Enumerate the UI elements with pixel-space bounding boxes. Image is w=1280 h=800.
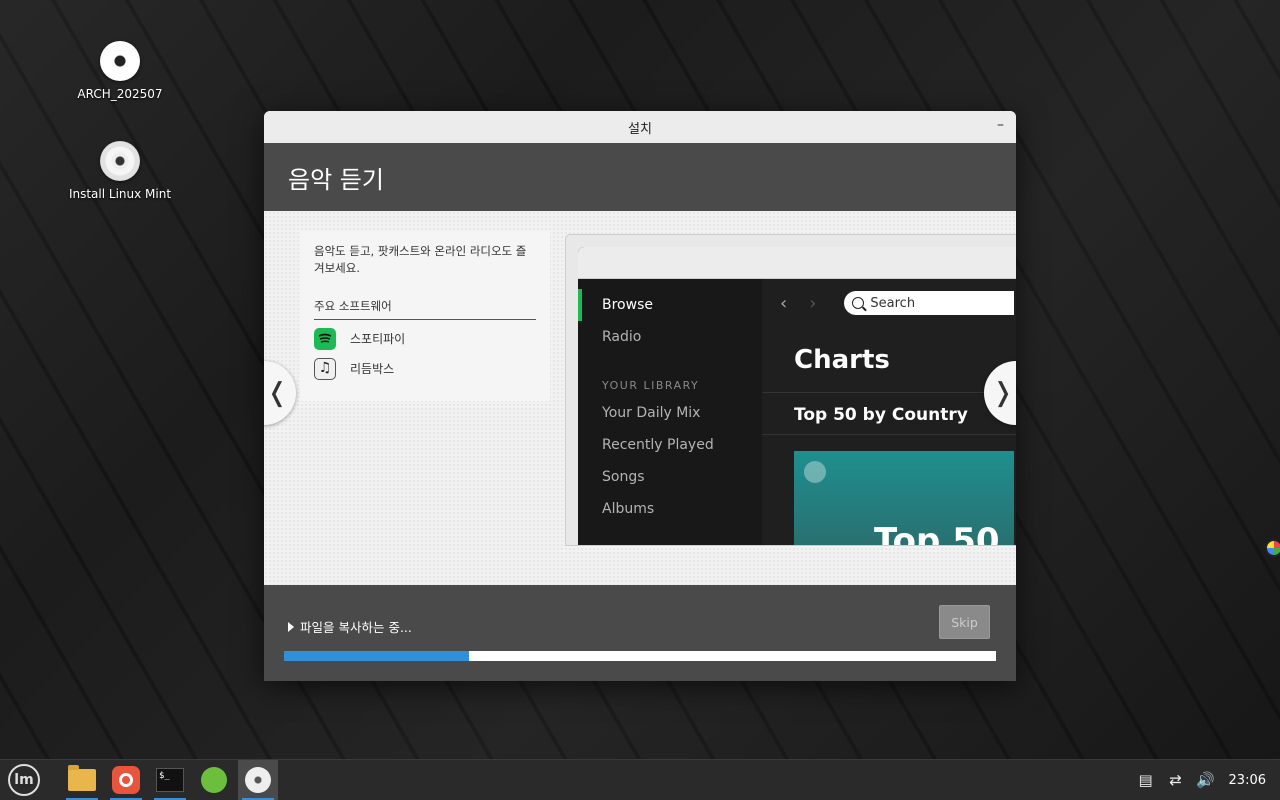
network-icon[interactable]: ⇄ [1161, 771, 1191, 789]
system-tray: ▤ ⇄ 🔊 23:06 [1131, 771, 1280, 789]
clock[interactable]: 23:06 [1229, 773, 1266, 788]
software-name: 리듬박스 [350, 361, 395, 376]
spotify-logo-icon [804, 461, 826, 483]
slide-description-panel: 음악도 듣고, 팟캐스트와 온라인 라디오도 즐겨보세요. 주요 소프트웨어 스… [300, 231, 550, 401]
spotify-screenshot: Browse Radio YOUR LIBRARY Your Daily Mix… [566, 235, 1016, 545]
expander-triangle-icon [288, 621, 294, 632]
progress-bar [284, 651, 996, 661]
spotify-nav-browse: Browse [578, 289, 762, 321]
software-item-rhythmbox: ♫ 리듬박스 [314, 357, 536, 380]
taskbar: lm $_ ▤ ⇄ 🔊 23:06 [0, 759, 1280, 800]
files-folder-icon [68, 765, 96, 791]
search-placeholder: Search [870, 295, 916, 311]
progress-label: 파일을 복사하는 중... [300, 620, 412, 635]
software-name: 스포티파이 [350, 331, 406, 346]
desktop-icon-install-mint[interactable]: Install Linux Mint [60, 141, 180, 201]
taskbar-terminal[interactable]: $_ [150, 760, 190, 800]
spotify-library-item: Recently Played [602, 437, 714, 453]
desktop-icon-arch[interactable]: ARCH_202507 [60, 41, 180, 101]
installer-window: 설치 – 음악 듣기 음악도 듣고, 팟캐스트와 온라인 라디오도 즐겨보세요.… [264, 111, 1016, 681]
firefox-icon [112, 766, 140, 794]
spotify-window: Browse Radio YOUR LIBRARY Your Daily Mix… [578, 247, 1016, 545]
spotify-library-item: Songs [602, 469, 645, 485]
tile-text: Top 50 [874, 521, 1000, 545]
forward-arrow-icon: › [809, 292, 817, 314]
window-titlebar[interactable]: 설치 – [264, 111, 1016, 143]
skip-button[interactable]: Skip [939, 605, 990, 639]
spotify-sidebar: Browse Radio YOUR LIBRARY Your Daily Mix… [578, 279, 762, 545]
slide-description: 음악도 듣고, 팟캐스트와 온라인 라디오도 즐겨보세요. [314, 244, 527, 276]
taskbar-installer[interactable] [238, 760, 278, 800]
taskbar-apps[interactable] [194, 760, 234, 800]
progress-area: 파일을 복사하는 중... Skip [264, 585, 1016, 681]
disc-icon [100, 41, 140, 81]
disc-icon [100, 141, 140, 181]
spotify-library-heading: YOUR LIBRARY [602, 378, 700, 392]
spotify-toolbar: ‹ › Search [762, 279, 1016, 327]
volume-icon[interactable]: 🔊 [1191, 771, 1221, 789]
search-icon [852, 297, 865, 309]
terminal-icon: $_ [156, 768, 184, 792]
top50-tile: Top 50 [794, 451, 1014, 545]
mint-menu-icon: lm [8, 764, 40, 796]
chevron-right-icon: ❭ [992, 378, 1014, 408]
spotify-nav-radio: Radio [602, 329, 642, 345]
taskbar-files[interactable] [62, 760, 102, 800]
spotify-library-item: Albums [602, 501, 655, 517]
spotify-main: ‹ › Search Charts Top 50 by Country Top … [762, 279, 1016, 545]
back-arrow-icon: ‹ [780, 292, 788, 314]
chevron-left-icon: ❬ [266, 378, 288, 408]
desktop-icon-label: Install Linux Mint [68, 187, 172, 201]
window-title: 설치 [628, 121, 652, 137]
charts-title: Charts [762, 345, 1016, 393]
slide-prev-button[interactable]: ❬ [264, 361, 296, 425]
spotify-titlebar [578, 247, 1016, 279]
progress-fill [284, 651, 470, 661]
desktop-icon-label: ARCH_202507 [77, 87, 163, 101]
software-item-spotify: 스포티파이 [314, 327, 536, 350]
section-title: Top 50 by Country [762, 405, 1016, 435]
music-note-icon: ♫ [314, 357, 336, 380]
spotify-search: Search [844, 291, 1015, 315]
minimize-button[interactable]: – [997, 117, 1004, 133]
slideshow: 음악도 듣고, 팟캐스트와 온라인 라디오도 즐겨보세요. 주요 소프트웨어 스… [264, 211, 1016, 585]
notes-icon[interactable]: ▤ [1131, 771, 1161, 789]
progress-details-toggle[interactable]: 파일을 복사하는 중... [288, 617, 412, 636]
spotify-icon [314, 327, 336, 350]
taskbar-firefox[interactable] [106, 760, 146, 800]
spotify-library-item: Your Daily Mix [602, 405, 701, 421]
apps-grid-icon [201, 767, 227, 793]
mint-menu-button[interactable]: lm [4, 760, 44, 800]
color-widget-icon[interactable] [1265, 539, 1280, 557]
installer-disc-icon [245, 767, 271, 793]
software-heading: 주요 소프트웨어 [314, 298, 536, 320]
page-title: 음악 듣기 [264, 143, 1016, 211]
